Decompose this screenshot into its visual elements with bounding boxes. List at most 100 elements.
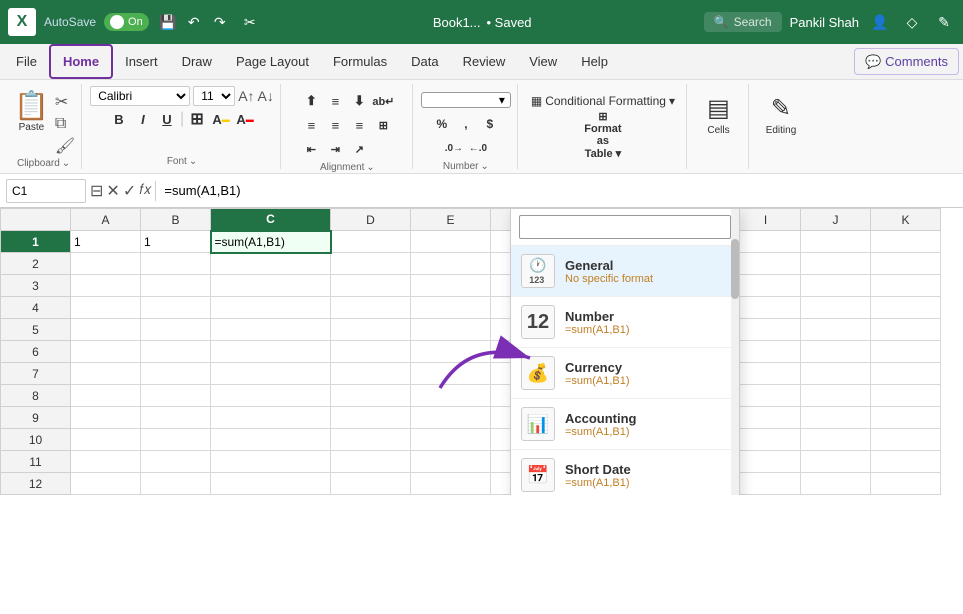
cell-A8[interactable] <box>71 385 141 407</box>
orientation-button[interactable]: ↗ <box>348 138 370 160</box>
cell-B9[interactable] <box>141 407 211 429</box>
cell-J3[interactable] <box>801 275 871 297</box>
cell-A3[interactable] <box>71 275 141 297</box>
font-name-select[interactable]: Calibri <box>90 86 190 106</box>
cell-J12[interactable] <box>801 473 871 495</box>
cell-E11[interactable] <box>411 451 491 473</box>
cell-J1[interactable] <box>801 231 871 253</box>
cell-E6[interactable] <box>411 341 491 363</box>
dropdown-item-accounting[interactable]: 📊Accounting=sum(A1,B1) <box>511 399 739 450</box>
cell-J4[interactable] <box>801 297 871 319</box>
cell-I2[interactable] <box>731 253 801 275</box>
menu-formulas[interactable]: Formulas <box>321 44 399 79</box>
cell-I12[interactable] <box>731 473 801 495</box>
cell-I7[interactable] <box>731 363 801 385</box>
comments-button[interactable]: 💬 Comments <box>854 48 959 75</box>
format-dropdown[interactable]: 🕐123GeneralNo specific format12Number=su… <box>510 208 740 495</box>
copy-button[interactable]: ⧉ <box>55 115 75 133</box>
col-header-K[interactable]: K <box>871 209 941 231</box>
number-format-dropdown[interactable]: ▾ <box>421 92 511 108</box>
col-header-C[interactable]: C <box>211 209 331 231</box>
cell-A1[interactable]: 1 <box>71 231 141 253</box>
cell-K8[interactable] <box>871 385 941 407</box>
row-header-3[interactable]: 3 <box>1 275 71 297</box>
number-expand-icon[interactable]: ⌄ <box>480 161 488 172</box>
col-header-B[interactable]: B <box>141 209 211 231</box>
cell-K6[interactable] <box>871 341 941 363</box>
row-header-10[interactable]: 10 <box>1 429 71 451</box>
cell-J9[interactable] <box>801 407 871 429</box>
cell-A6[interactable] <box>71 341 141 363</box>
cell-A11[interactable] <box>71 451 141 473</box>
dropdown-item-currency[interactable]: 💰Currency=sum(A1,B1) <box>511 348 739 399</box>
scrollbar-thumb[interactable] <box>731 239 739 299</box>
cell-K7[interactable] <box>871 363 941 385</box>
cell-I3[interactable] <box>731 275 801 297</box>
cell-C10[interactable] <box>211 429 331 451</box>
col-header-J[interactable]: J <box>801 209 871 231</box>
align-middle-button[interactable]: ≡ <box>324 90 346 112</box>
cell-D11[interactable] <box>331 451 411 473</box>
cell-D2[interactable] <box>331 253 411 275</box>
merge-button[interactable]: ⊞ <box>372 114 394 136</box>
font-expand-icon[interactable]: ⌄ <box>189 156 197 167</box>
cell-K12[interactable] <box>871 473 941 495</box>
cell-E3[interactable] <box>411 275 491 297</box>
undo-icon[interactable]: ↶ <box>183 11 205 33</box>
cell-D9[interactable] <box>331 407 411 429</box>
cell-I6[interactable] <box>731 341 801 363</box>
row-header-1[interactable]: 1 <box>1 231 71 253</box>
cell-C7[interactable] <box>211 363 331 385</box>
cell-A4[interactable] <box>71 297 141 319</box>
row-header-11[interactable]: 11 <box>1 451 71 473</box>
cell-K4[interactable] <box>871 297 941 319</box>
cell-D6[interactable] <box>331 341 411 363</box>
cell-B6[interactable] <box>141 341 211 363</box>
cell-K9[interactable] <box>871 407 941 429</box>
cell-B2[interactable] <box>141 253 211 275</box>
cell-K11[interactable] <box>871 451 941 473</box>
conditional-formatting-button[interactable]: ▦ Conditional Formatting ▾ <box>526 92 680 110</box>
cell-I4[interactable] <box>731 297 801 319</box>
cell-C1[interactable]: =sum(A1,B1) <box>211 231 331 253</box>
expand-icon[interactable]: ⊟ <box>90 181 103 201</box>
save-icon[interactable]: 💾 <box>157 11 179 33</box>
cell-J10[interactable] <box>801 429 871 451</box>
cell-K1[interactable] <box>871 231 941 253</box>
cell-J7[interactable] <box>801 363 871 385</box>
menu-insert[interactable]: Insert <box>113 44 170 79</box>
cell-D10[interactable] <box>331 429 411 451</box>
menu-view[interactable]: View <box>517 44 569 79</box>
cell-D3[interactable] <box>331 275 411 297</box>
cell-E2[interactable] <box>411 253 491 275</box>
menu-home[interactable]: Home <box>49 44 113 79</box>
align-right-button[interactable]: ≡ <box>348 114 370 136</box>
cell-A9[interactable] <box>71 407 141 429</box>
increase-font-icon[interactable]: A↑ <box>238 88 254 104</box>
cell-I5[interactable] <box>731 319 801 341</box>
cell-C2[interactable] <box>211 253 331 275</box>
dropdown-search-input[interactable] <box>519 215 731 239</box>
cell-D1[interactable] <box>331 231 411 253</box>
dropdown-item-general[interactable]: 🕐123GeneralNo specific format <box>511 246 739 297</box>
cell-A2[interactable] <box>71 253 141 275</box>
align-bottom-button[interactable]: ⬇ <box>348 90 370 112</box>
cell-E12[interactable] <box>411 473 491 495</box>
cell-I1[interactable] <box>731 231 801 253</box>
cell-A5[interactable] <box>71 319 141 341</box>
row-header-6[interactable]: 6 <box>1 341 71 363</box>
dropdown-item-number[interactable]: 12Number=sum(A1,B1) <box>511 297 739 348</box>
cell-K3[interactable] <box>871 275 941 297</box>
cell-A7[interactable] <box>71 363 141 385</box>
cell-J8[interactable] <box>801 385 871 407</box>
clipboard-expand-icon[interactable]: ⌄ <box>62 158 70 169</box>
font-size-select[interactable]: 11 <box>193 86 235 106</box>
menu-pagelayout[interactable]: Page Layout <box>224 44 321 79</box>
align-top-button[interactable]: ⬆ <box>300 90 322 112</box>
underline-button[interactable]: U <box>156 108 178 130</box>
fill-color-button[interactable]: A▬ <box>210 108 232 130</box>
dropdown-item-short-date[interactable]: 📅Short Date=sum(A1,B1) <box>511 450 739 495</box>
decrease-decimal-button[interactable]: ←.0 <box>467 137 489 159</box>
percent-button[interactable]: % <box>431 113 453 135</box>
cell-I10[interactable] <box>731 429 801 451</box>
